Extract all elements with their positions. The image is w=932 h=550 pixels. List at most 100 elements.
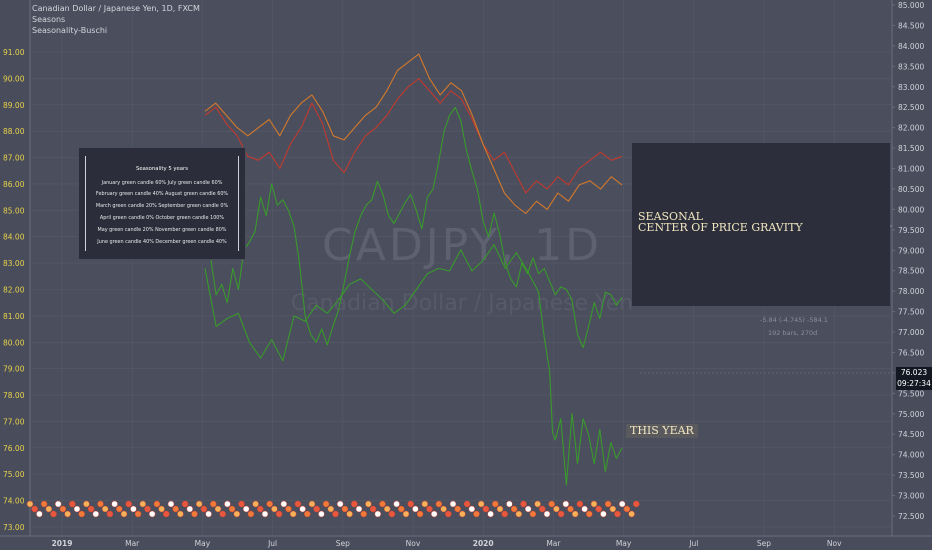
event-marker xyxy=(219,510,226,518)
left-axis-tick: 73.00 xyxy=(3,523,25,532)
left-axis-tick: 76.00 xyxy=(3,444,25,453)
event-marker xyxy=(492,500,499,508)
event-marker xyxy=(134,510,142,518)
event-marker xyxy=(280,500,288,508)
event-marker xyxy=(247,510,255,518)
right-axis-tick: 72.500 xyxy=(898,512,924,521)
event-marker xyxy=(289,510,297,518)
event-marker xyxy=(172,505,179,513)
event-marker xyxy=(529,510,537,518)
event-marker xyxy=(238,500,245,508)
event-marker xyxy=(365,500,372,508)
event-marker xyxy=(304,510,311,518)
event-marker xyxy=(506,500,513,508)
event-marker xyxy=(322,500,330,508)
event-marker xyxy=(623,505,631,513)
event-marker xyxy=(553,505,560,513)
event-marker xyxy=(468,505,476,513)
time-axis-tick: Sep xyxy=(757,539,771,548)
seasonality-row: April green candle 0% October green cand… xyxy=(99,215,225,221)
left-axis-tick: 75.00 xyxy=(3,470,25,479)
event-marker xyxy=(581,505,588,513)
event-marker xyxy=(510,505,518,513)
countdown-tag: 09:27:34 xyxy=(896,378,932,390)
event-marker xyxy=(520,500,527,508)
event-marker xyxy=(92,510,100,518)
time-axis-tick: May xyxy=(616,539,632,548)
event-marker xyxy=(210,500,217,508)
indicator-seasonality-label[interactable]: Seasonality-Buschi xyxy=(32,25,107,36)
event-marker xyxy=(36,510,43,518)
event-marker xyxy=(59,505,67,513)
seasonality-row: March green candle 20% September green c… xyxy=(95,203,229,209)
time-axis-tick: Nov xyxy=(827,539,842,548)
time-axis-tick: Jul xyxy=(267,539,277,548)
seasonality-panel: Seasonality 5 years January green candle… xyxy=(78,147,246,260)
event-marker xyxy=(45,505,53,513)
event-marker xyxy=(252,500,259,508)
event-marker xyxy=(614,510,621,518)
right-axis-tick: 79.500 xyxy=(898,226,924,235)
event-marker xyxy=(186,505,194,513)
right-axis-tick: 84.500 xyxy=(898,21,924,30)
event-marker xyxy=(73,505,81,513)
left-axis-tick: 78.00 xyxy=(3,391,25,400)
event-marker xyxy=(618,500,626,508)
event-marker xyxy=(459,510,466,518)
event-marker xyxy=(449,500,457,508)
left-axis-tick: 79.00 xyxy=(3,365,25,374)
time-axis-tick: Jul xyxy=(688,539,698,548)
time-axis-bg xyxy=(0,536,932,550)
event-marker xyxy=(463,500,471,508)
right-axis-tick: 77.500 xyxy=(898,308,924,317)
event-marker xyxy=(54,500,62,508)
right-axis-tick: 75.000 xyxy=(898,410,924,419)
event-marker xyxy=(83,500,90,508)
event-marker xyxy=(31,505,38,513)
event-marker xyxy=(477,500,485,508)
event-marker xyxy=(369,505,377,513)
event-marker xyxy=(87,505,95,513)
event-marker xyxy=(233,510,241,518)
event-marker xyxy=(501,510,508,518)
right-axis-tick: 82.000 xyxy=(898,124,924,133)
indicator-seasons-label[interactable]: Seasons xyxy=(32,14,65,25)
event-marker xyxy=(78,510,85,518)
left-axis-tick: 85.00 xyxy=(3,206,25,215)
event-marker xyxy=(383,505,391,513)
event-marker xyxy=(163,510,170,518)
right-axis-tick: 81.500 xyxy=(898,144,924,153)
event-marker xyxy=(430,510,438,518)
time-axis-tick: Mar xyxy=(546,539,561,548)
event-marker xyxy=(167,500,175,508)
event-marker xyxy=(148,510,156,518)
event-marker xyxy=(224,500,231,508)
seasonality-row: June green candle 40% December green can… xyxy=(97,239,227,245)
event-marker xyxy=(346,510,353,518)
event-marker xyxy=(557,510,565,518)
event-marker xyxy=(435,500,443,508)
event-marker xyxy=(543,510,551,518)
event-marker xyxy=(600,510,607,518)
event-marker xyxy=(398,505,405,513)
right-axis-tick: 73.000 xyxy=(898,492,924,501)
event-marker xyxy=(158,505,165,513)
event-marker xyxy=(595,505,602,513)
event-marker xyxy=(195,500,203,508)
this-year-label: THIS YEAR xyxy=(626,424,698,438)
event-marker xyxy=(539,505,546,513)
event-marker xyxy=(628,510,635,518)
event-marker xyxy=(374,510,382,518)
left-axis-tick: 82.00 xyxy=(3,286,25,295)
event-marker xyxy=(388,510,396,518)
event-marker xyxy=(609,505,617,513)
event-marker xyxy=(473,510,480,518)
left-axis-tick: 77.00 xyxy=(3,417,25,426)
series-line-red xyxy=(204,78,623,194)
seasonality-row: January green candle 60% July green cand… xyxy=(101,180,223,186)
event-marker xyxy=(327,505,335,513)
event-marker xyxy=(421,500,429,508)
event-marker xyxy=(125,500,132,508)
right-axis-tick: 78.500 xyxy=(898,267,924,276)
left-axis-tick: 83.00 xyxy=(3,259,25,268)
